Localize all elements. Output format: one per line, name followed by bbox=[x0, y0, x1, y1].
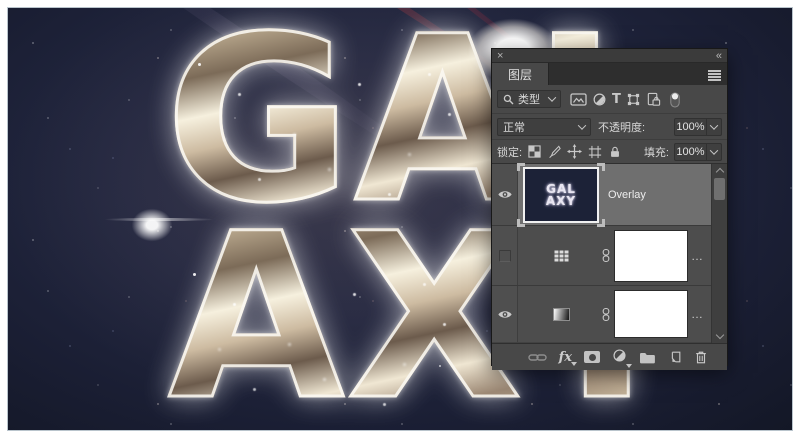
panel-titlebar: × « bbox=[492, 49, 727, 63]
layer-row-pattern[interactable]: … bbox=[492, 226, 711, 286]
eye-icon[interactable] bbox=[497, 309, 513, 320]
layer-name-truncated[interactable]: … bbox=[691, 307, 704, 321]
mask-link-icon[interactable] bbox=[600, 247, 612, 264]
panel-tabbar: 图层 bbox=[492, 63, 727, 85]
opacity-value[interactable]: 100% bbox=[674, 118, 707, 136]
new-layer-icon[interactable] bbox=[668, 350, 682, 364]
filter-kind-select[interactable]: 类型 bbox=[497, 90, 561, 108]
star-flare-streak bbox=[104, 218, 214, 221]
filter-smart-object-icon[interactable] bbox=[646, 92, 661, 107]
layer-thumbnail[interactable] bbox=[522, 249, 600, 263]
close-icon[interactable]: × bbox=[497, 51, 503, 61]
link-layers-icon[interactable] bbox=[528, 352, 547, 363]
chevron-down-icon bbox=[578, 121, 586, 129]
thumb-corner-bracket bbox=[517, 163, 525, 171]
layers-panel: × « 图层 类型 T bbox=[491, 48, 728, 366]
filter-shape-layers-icon[interactable] bbox=[626, 92, 641, 107]
thumb-text-line2: AXY bbox=[546, 195, 576, 207]
filter-type-layers-icon[interactable]: T bbox=[612, 93, 621, 106]
thumb-corner-bracket bbox=[517, 219, 525, 227]
panel-menu-icon[interactable] bbox=[708, 70, 721, 72]
fill-dropdown-button[interactable] bbox=[707, 143, 722, 161]
gradient-fill-icon bbox=[553, 308, 570, 321]
blend-mode-select[interactable]: 正常 bbox=[497, 118, 591, 136]
new-group-icon[interactable] bbox=[639, 351, 656, 364]
adjustment-circle-icon bbox=[612, 348, 627, 363]
visibility-cell[interactable] bbox=[492, 226, 518, 285]
eye-icon[interactable] bbox=[497, 189, 513, 200]
visibility-cell[interactable] bbox=[492, 286, 518, 342]
opacity-label: 不透明度: bbox=[598, 119, 645, 135]
thumb-corner-bracket bbox=[597, 219, 605, 227]
blend-mode-value: 正常 bbox=[503, 119, 525, 135]
dropdown-triangle-icon bbox=[571, 362, 577, 366]
star-flare bbox=[126, 204, 178, 246]
pattern-fill-icon bbox=[553, 249, 570, 263]
lock-row: 锁定: 填充: 100% bbox=[492, 140, 727, 164]
thumb-text-line1: GAL bbox=[546, 183, 576, 195]
search-icon bbox=[503, 94, 514, 105]
layer-row-overlay[interactable]: GAL AXY Overlay bbox=[492, 164, 711, 226]
chevron-down-icon bbox=[548, 93, 556, 101]
sparkle-particles bbox=[193, 273, 196, 276]
delete-layer-icon[interactable] bbox=[694, 350, 708, 365]
thumb-corner-bracket bbox=[597, 163, 605, 171]
visibility-cell[interactable] bbox=[492, 164, 518, 225]
lock-artboard-icon[interactable] bbox=[588, 145, 602, 159]
layer-mask-thumbnail[interactable] bbox=[614, 290, 688, 338]
mask-link-icon[interactable] bbox=[600, 306, 612, 323]
blend-row: 正常 不透明度: 100% bbox=[492, 114, 727, 140]
eye-hidden-box[interactable] bbox=[499, 250, 511, 262]
filter-row: 类型 T bbox=[492, 85, 727, 114]
lock-position-icon[interactable] bbox=[567, 144, 582, 159]
filter-kind-label: 类型 bbox=[518, 91, 540, 107]
layer-thumbnail[interactable] bbox=[522, 308, 600, 321]
opacity-dropdown-button[interactable] bbox=[707, 118, 722, 136]
screenshot-frame: GAL AXY × « 图层 类型 bbox=[0, 0, 800, 438]
sparkle-particles bbox=[198, 63, 201, 66]
layer-list: GAL AXY Overlay bbox=[492, 164, 727, 343]
filter-adjustment-layers-icon[interactable] bbox=[592, 92, 607, 107]
scrollbar-thumb[interactable] bbox=[714, 178, 725, 200]
lock-image-pixels-icon[interactable] bbox=[547, 145, 561, 159]
scrollbar[interactable] bbox=[711, 164, 727, 343]
fx-icon: fx bbox=[559, 350, 572, 365]
new-adjustment-layer-button[interactable] bbox=[612, 348, 627, 366]
add-layer-mask-icon[interactable] bbox=[584, 351, 600, 363]
filter-toggle-switch-icon[interactable] bbox=[670, 91, 680, 108]
panel-bottom-toolbar: fx bbox=[492, 343, 727, 370]
layer-row-gradient[interactable]: … bbox=[492, 286, 711, 342]
lock-all-icon[interactable] bbox=[608, 145, 622, 159]
fill-label: 填充: bbox=[644, 144, 669, 160]
layer-mask-thumbnail[interactable] bbox=[614, 230, 688, 282]
lock-transparent-pixels-icon[interactable] bbox=[528, 145, 541, 158]
layer-style-button[interactable]: fx bbox=[559, 351, 572, 364]
filter-pixel-layers-icon[interactable] bbox=[570, 92, 587, 107]
lock-label: 锁定: bbox=[497, 144, 522, 160]
fill-value[interactable]: 100% bbox=[674, 143, 707, 161]
scroll-up-icon[interactable] bbox=[716, 168, 724, 176]
layer-name[interactable]: Overlay bbox=[608, 189, 646, 201]
scroll-down-icon[interactable] bbox=[716, 331, 724, 339]
tab-layers[interactable]: 图层 bbox=[492, 63, 549, 85]
collapse-panel-icon[interactable]: « bbox=[716, 51, 722, 61]
layer-name-truncated[interactable]: … bbox=[691, 249, 704, 263]
dropdown-triangle-icon bbox=[626, 364, 632, 368]
layer-thumbnail[interactable]: GAL AXY bbox=[523, 167, 599, 223]
